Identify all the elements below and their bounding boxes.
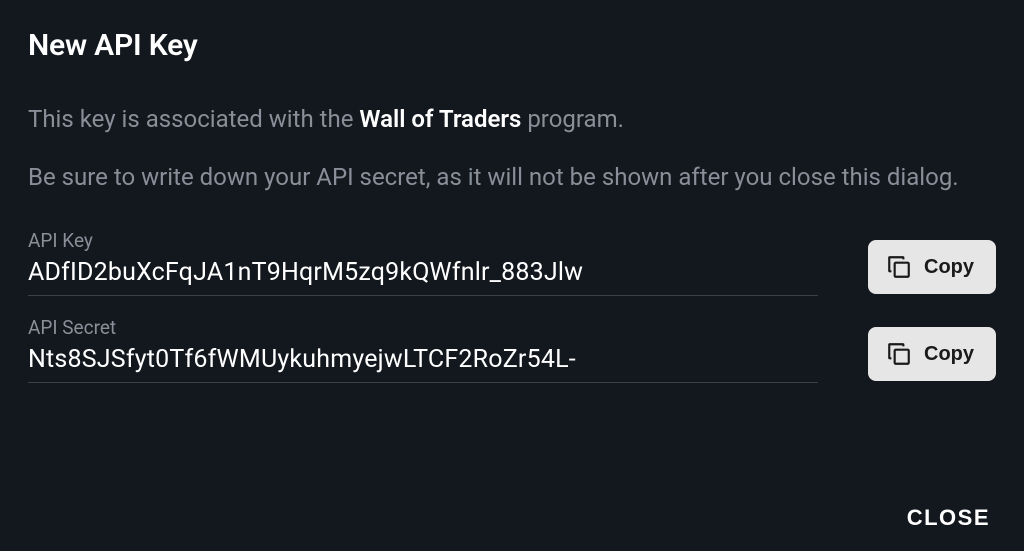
close-button[interactable]: CLOSE bbox=[907, 505, 990, 531]
program-name: Wall of Traders bbox=[359, 105, 521, 133]
dialog-description: This key is associated with the Wall of … bbox=[28, 101, 996, 137]
api-secret-row: API Secret Nts8SJSfyt0Tf6fWMUykuhmyejwLT… bbox=[28, 316, 996, 383]
api-secret-label: API Secret bbox=[28, 316, 818, 339]
copy-icon bbox=[886, 254, 912, 280]
copy-button-label: Copy bbox=[924, 256, 974, 279]
description-prefix: This key is associated with the bbox=[28, 105, 359, 133]
dialog-footer: CLOSE bbox=[28, 485, 996, 531]
dialog-warning: Be sure to write down your API secret, a… bbox=[28, 159, 996, 195]
api-secret-field: API Secret Nts8SJSfyt0Tf6fWMUykuhmyejwLT… bbox=[28, 316, 818, 383]
copy-icon bbox=[886, 341, 912, 367]
api-key-row: API Key ADfID2buXcFqJA1nT9HqrM5zq9kQWfnl… bbox=[28, 229, 996, 296]
api-key-value: ADfID2buXcFqJA1nT9HqrM5zq9kQWfnlr_883Jlw bbox=[28, 258, 818, 287]
dialog-title: New API Key bbox=[28, 28, 996, 63]
api-key-field: API Key ADfID2buXcFqJA1nT9HqrM5zq9kQWfnl… bbox=[28, 229, 818, 296]
copy-button-label: Copy bbox=[924, 343, 974, 366]
api-secret-value: Nts8SJSfyt0Tf6fWMUykuhmyejwLTCF2RoZr54L- bbox=[28, 345, 818, 374]
copy-api-key-button[interactable]: Copy bbox=[868, 240, 996, 294]
description-suffix: program. bbox=[521, 105, 624, 133]
copy-api-secret-button[interactable]: Copy bbox=[868, 327, 996, 381]
api-key-label: API Key bbox=[28, 229, 818, 252]
